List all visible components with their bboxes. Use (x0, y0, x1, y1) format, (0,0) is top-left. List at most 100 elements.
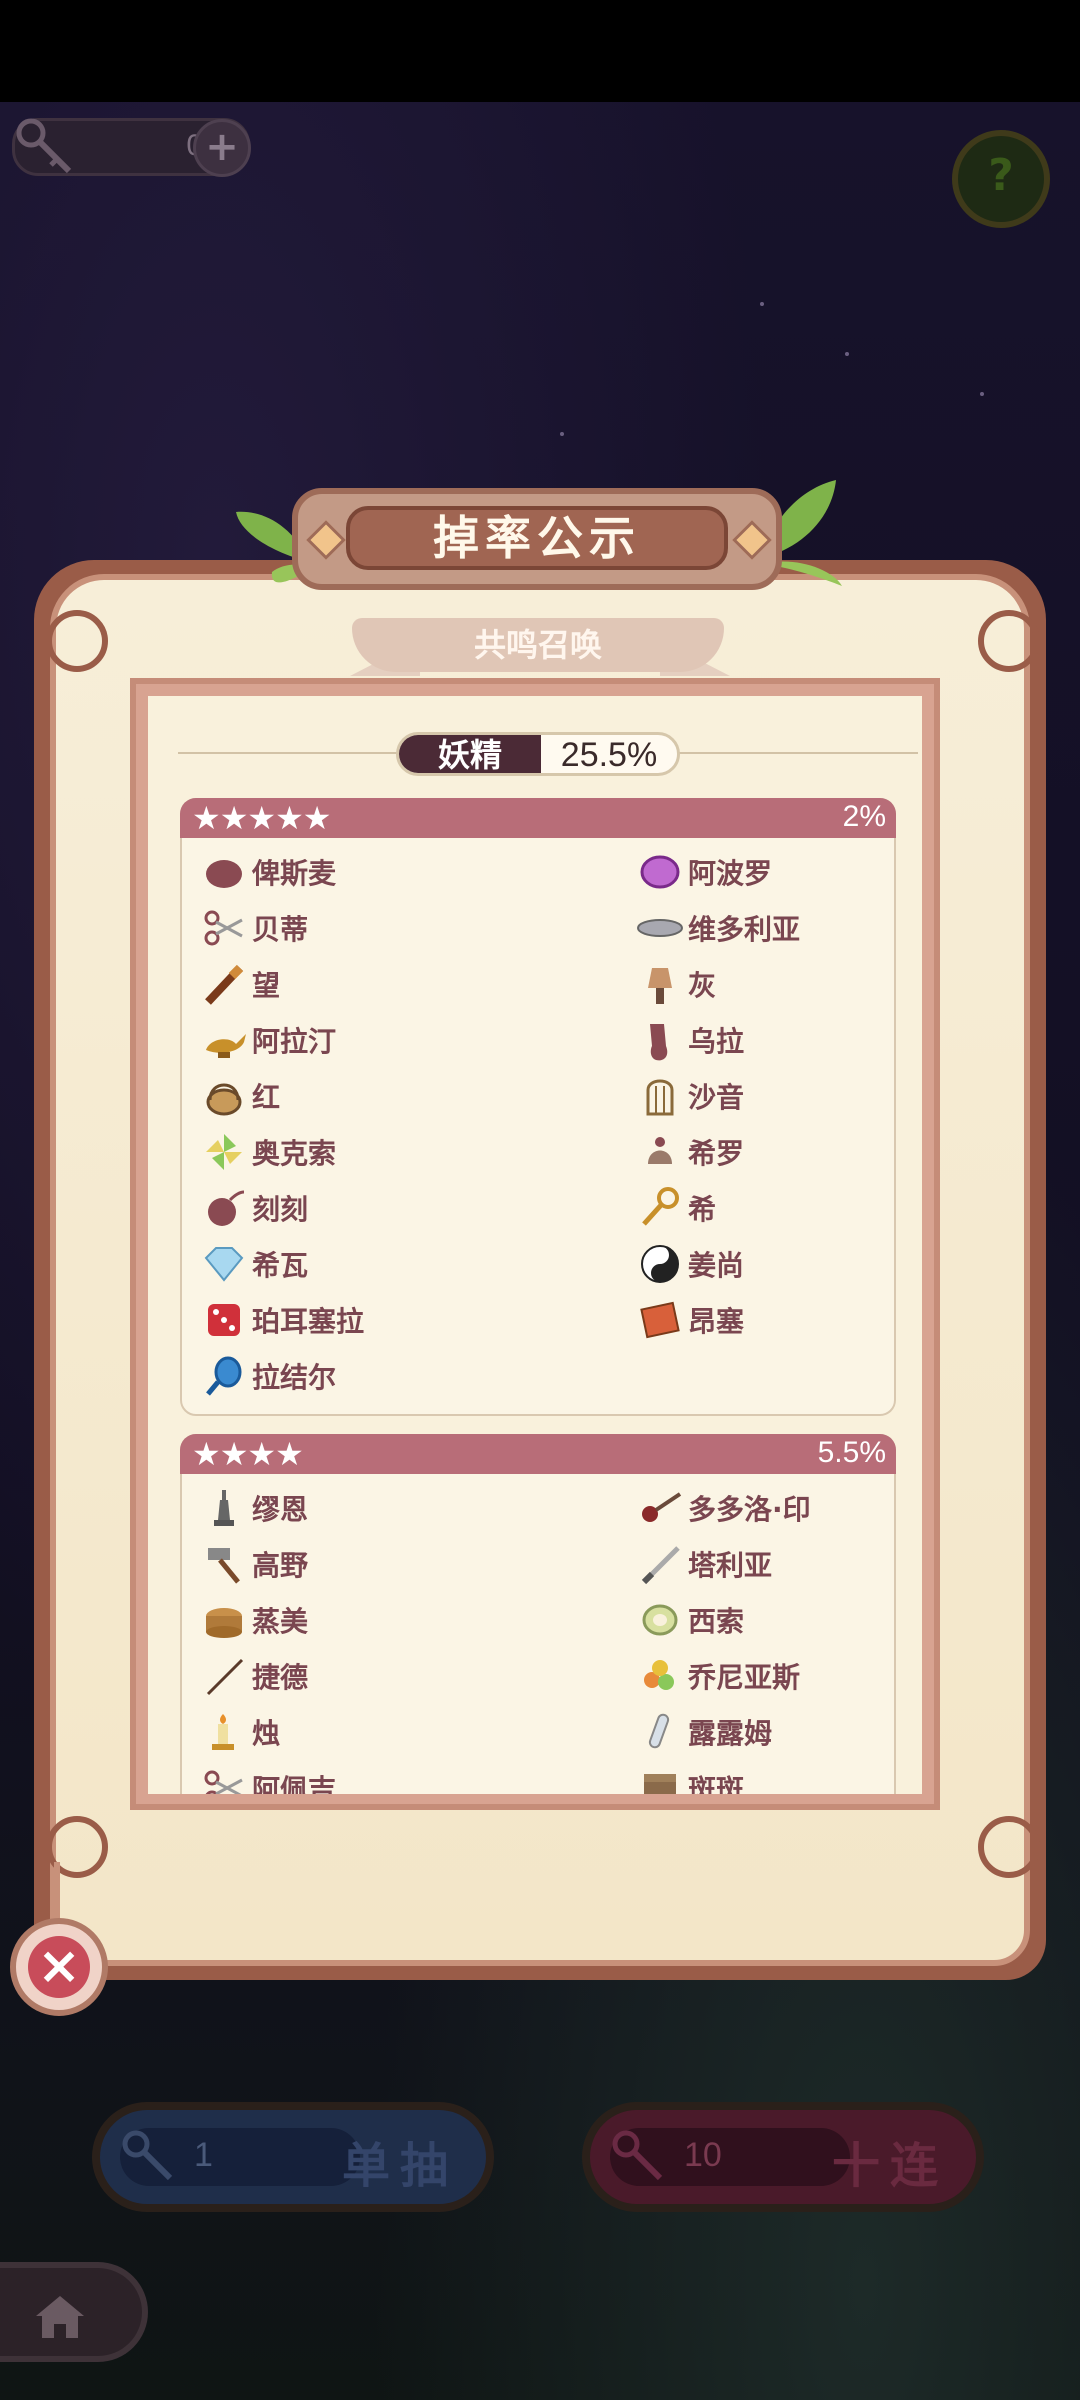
glove-icon (636, 1016, 684, 1064)
tier-item: 维多利亚 (618, 900, 898, 956)
item-name: 乌拉 (688, 1025, 745, 1058)
add-key-button[interactable]: + (193, 119, 251, 177)
pipe-icon (636, 1484, 684, 1532)
item-name: 望 (252, 969, 281, 1002)
item-name: 希瓦 (252, 1249, 309, 1282)
telescope-icon (200, 960, 248, 1008)
star-rating: ★★★★ (192, 1435, 304, 1473)
diamond-ornament (732, 520, 772, 560)
key-icon (636, 1184, 684, 1232)
single-draw-label: 单抽 (341, 2138, 458, 2194)
tier-item: 望 (182, 956, 618, 1012)
scissors-icon (200, 1764, 248, 1794)
key-currency-counter: 0 + (12, 118, 251, 177)
item-name: 高野 (252, 1549, 309, 1582)
item-name: 阿佩吉 (252, 1773, 337, 1794)
tier-5-star: ★★★★★ 2% 俾斯麦 阿波罗 贝蒂 维多利亚望 灰阿拉汀 乌拉红 沙音 奥克索 希罗 刻刻 希希… (180, 798, 896, 1416)
single-draw-button[interactable]: 1 单抽 (92, 2102, 494, 2212)
divider (178, 752, 432, 754)
tier-item: 俾斯麦 (182, 844, 618, 900)
key-icon (612, 2130, 663, 2181)
tier-4-star: ★★★★ 5.5% 缪恩 多多洛·印高野 塔利亚蒸美 西索捷德 乔尼亚斯烛 露露姆阿佩吉 斑… (180, 1434, 896, 1794)
knife-icon (636, 1540, 684, 1588)
item-name: 阿波罗 (688, 857, 773, 890)
dice-icon (200, 1296, 248, 1344)
tier-item: 阿波罗 (618, 844, 898, 900)
tier-header: ★★★★ 5.5% (180, 1434, 896, 1474)
brush-icon (636, 960, 684, 1008)
tier-item: 阿佩吉 (182, 1760, 618, 1794)
bomb-icon (200, 1184, 248, 1232)
plate-icon (636, 904, 684, 952)
ten-draw-label: 十连 (831, 2138, 948, 2194)
tier-item: 塔利亚 (618, 1536, 898, 1592)
help-button[interactable]: ? (952, 130, 1050, 228)
item-name: 乔尼亚斯 (688, 1661, 801, 1694)
close-button[interactable]: × (10, 1918, 108, 2016)
item-name: 昂塞 (688, 1305, 745, 1338)
bell-icon (636, 1128, 684, 1176)
tier-item: 乌拉 (618, 1012, 898, 1068)
key-icon (16, 118, 72, 174)
needle-icon (200, 1652, 248, 1700)
pinwheel-icon (200, 1128, 248, 1176)
book-icon (636, 1296, 684, 1344)
corner-ornament (46, 610, 108, 672)
tier-item: 红 (182, 1068, 618, 1124)
stone-icon (200, 848, 248, 896)
mirror-icon (200, 1352, 248, 1400)
home-button[interactable] (0, 2262, 148, 2362)
diamond-icon (200, 1240, 248, 1288)
diamond-ornament (306, 520, 346, 560)
tier-item: 高野 (182, 1536, 618, 1592)
chess-king-icon (200, 1484, 248, 1532)
tier-item: 姜尚 (618, 1236, 898, 1292)
tier-item: 乔尼亚斯 (618, 1648, 898, 1704)
tier-item: 珀耳塞拉 (182, 1292, 618, 1348)
tier-item: 沙音 (618, 1068, 898, 1124)
item-name: 捷德 (252, 1661, 309, 1694)
item-name: 斑斑 (688, 1773, 745, 1794)
corner-ornament (978, 1816, 1040, 1878)
tier-item: 阿拉汀 (182, 1012, 618, 1068)
item-name: 奥克索 (252, 1137, 337, 1170)
tier-item: 刻刻 (182, 1180, 618, 1236)
tier-item: 拉结尔 (182, 1348, 618, 1404)
item-name: 俾斯麦 (252, 857, 337, 890)
key-icon (122, 2130, 173, 2181)
star-rating: ★★★★★ (192, 799, 331, 837)
dialog-title-plaque: 掉率公示 (292, 488, 782, 590)
tier-item: 烛 (182, 1704, 618, 1760)
tier-item: 贝蒂 (182, 900, 618, 956)
category-name: 妖精 (399, 735, 541, 773)
category-rate: 25.5% (560, 736, 658, 774)
purple-disc-icon (636, 848, 684, 896)
item-name: 珀耳塞拉 (252, 1305, 365, 1338)
item-name: 缪恩 (252, 1493, 309, 1526)
box-icon (636, 1764, 684, 1794)
ten-draw-cost: 10 (684, 2136, 722, 2174)
tier-item: 希 (618, 1180, 898, 1236)
status-bar (0, 0, 1080, 102)
tier-item: 希瓦 (182, 1236, 618, 1292)
magic-lamp-icon (200, 1016, 248, 1064)
item-name: 塔利亚 (688, 1549, 773, 1582)
item-name: 维多利亚 (688, 913, 801, 946)
basket-icon (200, 1072, 248, 1120)
item-name: 露露姆 (688, 1717, 773, 1750)
tier-item: 奥克索 (182, 1124, 618, 1180)
item-name: 多多洛·印 (688, 1493, 811, 1526)
tier-item: 蒸美 (182, 1592, 618, 1648)
birdcage-icon (636, 1072, 684, 1120)
home-icon (36, 2296, 84, 2338)
tier-item: 西索 (618, 1592, 898, 1648)
tier-item: 斑斑 (618, 1760, 898, 1794)
item-name: 希 (688, 1193, 717, 1226)
item-name: 阿拉汀 (252, 1025, 337, 1058)
hammer-icon (200, 1540, 248, 1588)
item-name: 姜尚 (688, 1249, 745, 1282)
ten-draw-button[interactable]: 10 十连 (582, 2102, 984, 2212)
rate-list[interactable]: 妖精 25.5% ★★★★★ 2% 俾斯麦 阿波罗 贝蒂 维多利亚望 灰阿拉汀 乌拉红 沙音… (148, 696, 922, 1794)
item-name: 沙音 (688, 1081, 745, 1114)
steamer-icon (200, 1596, 248, 1644)
